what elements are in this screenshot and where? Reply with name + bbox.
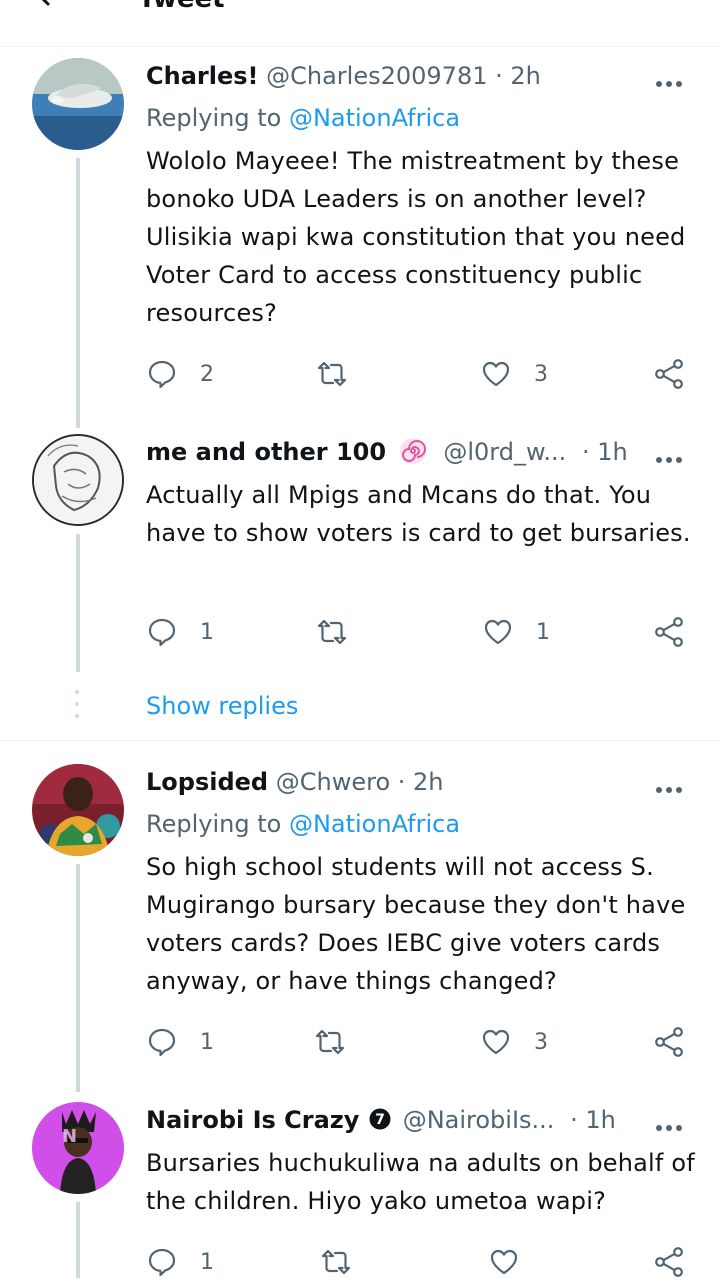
share-button[interactable] [654, 1242, 686, 1282]
tweet-charles[interactable]: Charles! @Charles2009781 · 2h Replying t… [0, 56, 720, 428]
reply-icon [148, 618, 176, 647]
retweet-button[interactable] [320, 1242, 374, 1282]
handle[interactable]: @Chwero [276, 768, 390, 796]
display-name[interactable]: Nairobi Is Crazy [146, 1106, 359, 1134]
like-button[interactable] [488, 1242, 542, 1282]
display-name[interactable]: me and other 100 [146, 438, 386, 466]
timestamp[interactable]: · 2h [398, 768, 444, 796]
verified-icon: 7 [369, 1108, 391, 1130]
tweet-text: So high school students will not access … [146, 853, 686, 995]
avatar[interactable] [32, 58, 124, 150]
replying-to-link[interactable]: @NationAfrica [289, 104, 460, 132]
timestamp[interactable]: · 2h [495, 62, 541, 90]
verified-badge-text: 7 [375, 1112, 385, 1128]
avatar[interactable]: N [32, 1102, 124, 1194]
more-icon[interactable] [656, 778, 686, 793]
avatar[interactable] [32, 434, 124, 526]
tweet-header: me and other 100 @l0rd_w... · 1h [146, 432, 700, 472]
handle[interactable]: @Charles2009781 [266, 62, 487, 90]
share-button[interactable] [654, 354, 686, 394]
replying-to-label: Replying to [146, 104, 289, 132]
like-button[interactable]: 3 [480, 1022, 548, 1062]
replying-to-label: Replying to [146, 810, 289, 838]
like-count: 3 [534, 1029, 548, 1055]
thread-line [76, 534, 80, 672]
thread-dots [75, 690, 79, 726]
handle[interactable]: @NairobiIs... [403, 1106, 555, 1134]
tweet-header: Nairobi Is Crazy 7 @NairobiIs... · 1h [146, 1100, 700, 1140]
share-button[interactable] [654, 612, 686, 652]
tweet-header: Lopsided @Chwero · 2h [146, 762, 700, 802]
tweet-text: Actually all Mpigs and Mcans do that. Yo… [146, 481, 691, 547]
like-icon [484, 619, 512, 645]
reply-count: 1 [200, 1029, 214, 1055]
timestamp[interactable]: · 1h [582, 438, 628, 466]
display-name[interactable]: Lopsided [146, 768, 268, 796]
tweet-actions: 1 3 [146, 1022, 696, 1062]
tweet-text: Wololo Mayeee! The mistreatment by these… [146, 147, 686, 327]
reply-icon [148, 1248, 176, 1277]
retweet-icon [315, 1029, 345, 1055]
tweet-actions: 1 1 [146, 612, 696, 652]
tweet-header: Charles! @Charles2009781 · 2h [146, 56, 700, 96]
like-button[interactable]: 1 [482, 612, 550, 652]
more-icon[interactable] [656, 72, 686, 87]
timestamp[interactable]: · 1h [570, 1106, 616, 1134]
reply-button[interactable]: 2 [146, 354, 214, 394]
like-icon [482, 1029, 510, 1055]
like-icon [482, 361, 510, 387]
reply-icon [148, 1028, 176, 1057]
handle[interactable]: @l0rd_w... [443, 438, 566, 466]
thread-line [76, 1202, 80, 1278]
share-icon [655, 617, 683, 647]
retweet-button[interactable] [316, 354, 370, 394]
reply-button[interactable]: 1 [146, 1242, 214, 1282]
more-icon[interactable] [656, 448, 686, 463]
more-icon[interactable] [656, 1116, 686, 1131]
retweet-icon [317, 361, 347, 387]
retweet-button[interactable] [314, 1022, 368, 1062]
reply-count: 2 [200, 361, 214, 387]
like-count: 3 [534, 361, 548, 387]
reply-count: 1 [200, 619, 214, 645]
reply-button[interactable]: 1 [146, 612, 214, 652]
tweet-text: Bursaries huchukuliwa na adults on behal… [146, 1149, 695, 1215]
tweet-actions: 2 3 [146, 354, 696, 394]
replying-to-link[interactable]: @NationAfrica [289, 810, 460, 838]
top-bar: Tweet [0, 0, 720, 47]
divider [0, 740, 720, 741]
share-icon [655, 359, 683, 389]
reply-icon [148, 360, 176, 389]
tweet-nairobi-is-crazy[interactable]: N Nairobi Is Crazy 7 @NairobiIs... · 1h … [0, 1100, 720, 1278]
like-icon [490, 1249, 518, 1275]
show-replies-link[interactable]: Show replies [146, 686, 298, 726]
share-button[interactable] [654, 1022, 686, 1062]
retweet-button[interactable] [316, 612, 370, 652]
tweet-me-and-other-100[interactable]: me and other 100 @l0rd_w... · 1h Actuall… [0, 432, 720, 672]
retweet-icon [321, 1249, 351, 1275]
like-button[interactable]: 3 [480, 354, 548, 394]
back-arrow-icon[interactable] [34, 0, 66, 12]
thread-line [76, 864, 80, 1092]
avatar[interactable] [32, 764, 124, 856]
reply-count: 1 [200, 1249, 214, 1275]
tweet-lopsided[interactable]: Lopsided @Chwero · 2h Replying to @Natio… [0, 762, 720, 1092]
replying-to: Replying to @NationAfrica [146, 98, 460, 138]
share-icon [655, 1027, 683, 1057]
like-count: 1 [536, 619, 550, 645]
retweet-icon [317, 619, 347, 645]
thread-line [76, 158, 80, 428]
swirl-emoji-icon [399, 438, 426, 464]
page-title: Tweet [138, 0, 225, 14]
svg-text:N: N [62, 1126, 77, 1147]
display-name[interactable]: Charles! [146, 62, 258, 90]
share-icon [655, 1247, 683, 1277]
reply-button[interactable]: 1 [146, 1022, 214, 1062]
tweet-actions: 1 [146, 1242, 696, 1282]
replying-to: Replying to @NationAfrica [146, 804, 460, 844]
